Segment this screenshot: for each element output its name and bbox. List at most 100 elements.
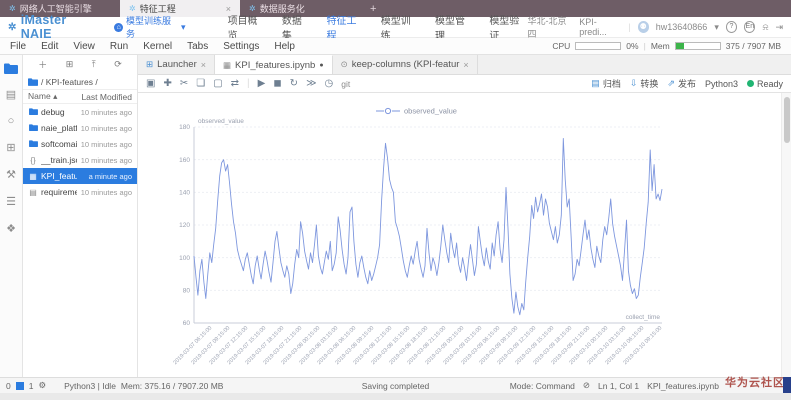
- tab-keep-columns[interactable]: ⊙ keep-columns (KPI-featur ×: [333, 55, 478, 74]
- upload-icon[interactable]: ⤒: [92, 59, 96, 70]
- file-modified: 10 minutes ago: [80, 156, 132, 165]
- convert-label: 转换: [640, 77, 658, 90]
- service-label: 模型训练服务: [126, 14, 178, 40]
- help-icon[interactable]: ?: [726, 21, 737, 33]
- application-window: ✲ 网络人工智能引擎 ✲ 特征工程 × ✲ 数据服务化 + ✲ iMaster …: [0, 0, 791, 400]
- paste-icon[interactable]: ▢: [213, 78, 222, 89]
- save-icon[interactable]: ▣: [146, 78, 155, 89]
- terminals-count[interactable]: 0: [6, 381, 11, 391]
- notebook-toolbar: ▣ ✚ ✂ ❏ ▢ ⇄ | ▶ ◼ ↻ ≫ ◷ git ▤ 归档 ⇩ 转换 ⇗ …: [138, 75, 791, 93]
- restart-run-all-icon[interactable]: ≫: [306, 78, 316, 89]
- service-switcher[interactable]: ⌂ 模型训练服务 ▾: [114, 14, 185, 40]
- bell-icon[interactable]: ⍾: [762, 22, 768, 33]
- folder-icon: [28, 78, 38, 86]
- menu-kernel[interactable]: Kernel: [143, 41, 172, 52]
- cpu-label: CPU: [552, 41, 570, 51]
- tab-label: Launcher: [157, 59, 197, 70]
- file-row-requirements[interactable]: ▤ requireme... 10 minutes ago: [23, 184, 137, 200]
- menu-settings[interactable]: Settings: [223, 41, 259, 52]
- region-label[interactable]: 华北-北京四: [528, 14, 573, 40]
- sidebar-icon-rail: ▤ ○ ⊞ ⚒ ☰ ❖: [0, 55, 23, 377]
- mem-value: 375 / 7907 MB: [726, 41, 781, 51]
- swap-icon[interactable]: ⇄: [231, 78, 239, 89]
- file-row-train-json[interactable]: {} __train.json 10 minutes ago: [23, 152, 137, 168]
- notification-toggle-icon[interactable]: ⊘: [583, 380, 590, 391]
- avatar[interactable]: ⚉: [638, 21, 649, 33]
- new-launcher-icon[interactable]: ＋: [38, 58, 47, 71]
- menu-file[interactable]: File: [10, 41, 26, 52]
- notebook-tab-bar: ⊞ Launcher × ▦ KPI_features.ipynb ● ⊙ ke…: [138, 55, 791, 75]
- observed-value-line[interactable]: [194, 138, 662, 314]
- username[interactable]: hw13640866: [656, 22, 708, 32]
- menu-edit[interactable]: Edit: [41, 41, 58, 52]
- file-row-kpi-features-selected[interactable]: ▦ KPI_featur... a minute ago: [23, 168, 137, 184]
- project-label[interactable]: KPI-predi...: [579, 17, 621, 37]
- commands-icon[interactable]: ○: [8, 115, 15, 127]
- menu-tabs[interactable]: Tabs: [187, 41, 208, 52]
- git-label[interactable]: git: [341, 79, 350, 89]
- menu-view[interactable]: View: [73, 41, 95, 52]
- breadcrumb[interactable]: / KPI-features /: [23, 74, 137, 89]
- insert-cell-icon[interactable]: ✚: [163, 78, 171, 89]
- kernel-state[interactable]: Python3 | Idle: [64, 381, 116, 391]
- notebook-output-area: 60801001201401601802019-03-07 06:15:0020…: [138, 93, 791, 377]
- scrollbar-thumb[interactable]: [784, 97, 790, 143]
- cursor-position[interactable]: Ln 1, Col 1: [598, 381, 639, 391]
- property-inspector-icon[interactable]: ⚒: [6, 168, 16, 181]
- bottom-padding: [0, 393, 791, 400]
- logout-icon[interactable]: ⇥: [775, 22, 783, 33]
- cell-tools-icon[interactable]: ⊞: [6, 141, 15, 154]
- file-modified: 10 minutes ago: [80, 108, 132, 117]
- resource-meters: CPU 0% | Mem 375 / 7907 MB: [552, 41, 781, 51]
- copy-icon[interactable]: ❏: [196, 78, 205, 89]
- language-icon[interactable]: En: [744, 21, 755, 33]
- refresh-icon[interactable]: ⟳: [114, 59, 122, 70]
- menu-help[interactable]: Help: [274, 41, 295, 52]
- column-last-modified[interactable]: Last Modified: [76, 92, 132, 102]
- y-tick-label: 180: [179, 124, 190, 131]
- chart-legend[interactable]: observed_value: [376, 107, 457, 116]
- run-icon[interactable]: ▶: [258, 78, 266, 89]
- interrupt-icon[interactable]: ◼: [273, 78, 281, 89]
- file-list-header: Name ▴ Last Modified: [23, 89, 137, 104]
- file-browser-icon[interactable]: [4, 63, 18, 74]
- tab-kpi-features-notebook[interactable]: ▦ KPI_features.ipynb ●: [215, 55, 333, 74]
- gear-icon[interactable]: ⚙: [38, 380, 46, 391]
- column-name[interactable]: Name ▴: [28, 91, 76, 102]
- toc-icon[interactable]: ☰: [6, 195, 16, 208]
- publish-button[interactable]: ⇗ 发布: [667, 77, 696, 90]
- mode-indicator[interactable]: Mode: Command: [510, 381, 575, 391]
- divider: |: [247, 78, 250, 89]
- text-file-icon: ▤: [28, 188, 38, 197]
- file-row-softcomai[interactable]: softcomai 10 minutes ago: [23, 136, 137, 152]
- chevron-down-icon[interactable]: ▾: [714, 22, 719, 33]
- folder-icon: [28, 140, 38, 149]
- y-tick-label: 60: [183, 320, 191, 327]
- restart-icon[interactable]: ↻: [290, 78, 298, 89]
- notebook-icon: ▦: [223, 60, 231, 71]
- archive-button[interactable]: ▤ 归档: [591, 77, 621, 90]
- close-icon[interactable]: ×: [201, 60, 206, 70]
- running-sessions-icon[interactable]: ▤: [6, 88, 16, 101]
- notebook-scrollbar[interactable]: [781, 93, 791, 377]
- tab-launcher[interactable]: ⊞ Launcher ×: [138, 55, 215, 74]
- mem-meter: [675, 42, 721, 50]
- close-icon[interactable]: ×: [463, 60, 468, 70]
- app-header: ✲ iMaster NAIE ⌂ 模型训练服务 ▾ 项目概览 数据集 特征工程 …: [0, 17, 791, 38]
- extensions-icon[interactable]: ❖: [6, 222, 16, 235]
- history-icon[interactable]: ◷: [325, 78, 334, 89]
- file-modified: 10 minutes ago: [80, 124, 132, 133]
- file-name: naie_platfo: [41, 123, 77, 133]
- cut-icon[interactable]: ✂: [180, 78, 188, 89]
- y-tick-label: 80: [183, 288, 191, 295]
- header-right: 华北-北京四 KPI-predi... | ⚉ hw13640866 ▾ ? E…: [528, 14, 783, 40]
- convert-button[interactable]: ⇩ 转换: [630, 77, 659, 90]
- file-browser-panel: ＋ ⊞ ⤒ ⟳ / KPI-features / Name ▴ Last Mod…: [23, 55, 138, 377]
- kernel-name[interactable]: Python3: [705, 79, 738, 89]
- file-row-naie-platfo[interactable]: naie_platfo 10 minutes ago: [23, 120, 137, 136]
- new-folder-icon[interactable]: ⊞: [66, 59, 74, 70]
- menu-run[interactable]: Run: [110, 41, 128, 52]
- file-row-debug[interactable]: debug 10 minutes ago: [23, 104, 137, 120]
- kernels-count[interactable]: 1: [29, 381, 34, 391]
- file-name: debug: [41, 107, 77, 117]
